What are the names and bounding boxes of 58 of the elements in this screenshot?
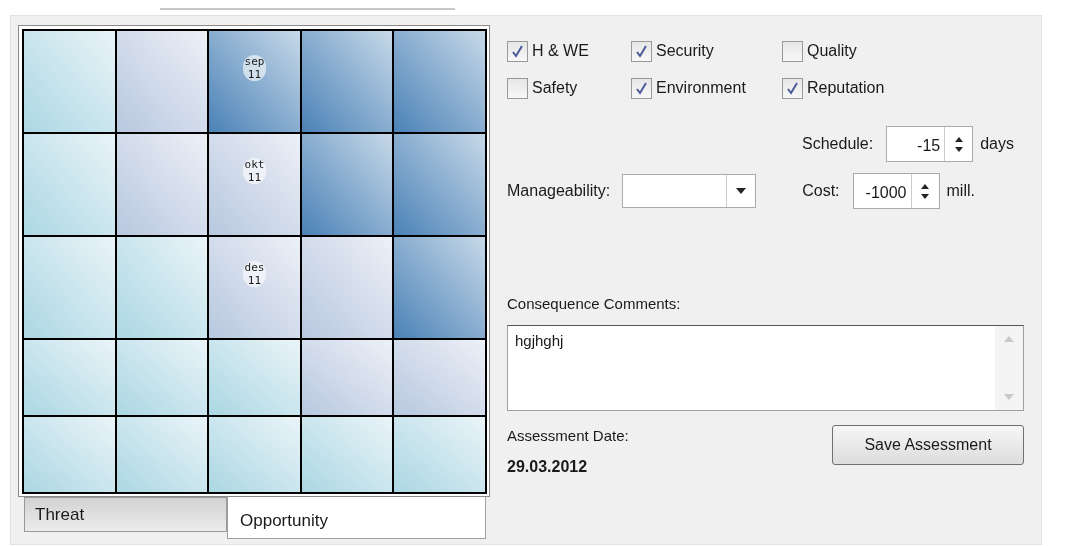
schedule-label: Schedule:: [802, 134, 874, 154]
matrix-cell[interactable]: sep 11: [208, 30, 301, 133]
date-marker[interactable]: des 11: [242, 261, 267, 287]
spin-up-icon[interactable]: [921, 183, 929, 189]
matrix-cell[interactable]: [115, 339, 209, 416]
category-checkbox[interactable]: Security: [631, 40, 782, 62]
comments-label: Consequence Comments:: [507, 294, 682, 314]
matrix-cell[interactable]: [23, 133, 116, 236]
category-checkbox[interactable]: Safety: [507, 77, 631, 99]
assessment-date-value: 29.03.2012: [507, 457, 589, 477]
matrix-cell[interactable]: [300, 416, 394, 493]
matrix-cell[interactable]: [300, 133, 394, 236]
schedule-unit: days: [980, 134, 1014, 154]
category-checkbox[interactable]: Reputation: [782, 77, 922, 99]
matrix-cell[interactable]: [300, 30, 394, 133]
matrix-cell[interactable]: [393, 133, 486, 236]
tab[interactable]: Opportunity: [227, 497, 486, 539]
category-checkbox[interactable]: H & WE: [507, 40, 631, 62]
matrix-cell[interactable]: [393, 236, 486, 339]
manageability-label: Manageability:: [507, 181, 611, 201]
matrix-cell[interactable]: [393, 339, 486, 416]
category-checkbox[interactable]: Quality: [782, 40, 922, 62]
matrix-cell[interactable]: [23, 416, 116, 493]
check-icon: [786, 81, 799, 95]
save-assessment-button[interactable]: Save Assessment: [832, 424, 1024, 465]
date-marker[interactable]: okt 11: [242, 158, 267, 184]
spin-down-icon[interactable]: [921, 193, 929, 199]
cost-unit: mill.: [946, 181, 975, 201]
matrix-cell[interactable]: [393, 30, 486, 133]
comments-field[interactable]: hgjhghj: [507, 324, 1024, 411]
spin-up-icon[interactable]: [954, 136, 963, 142]
check-icon: [635, 81, 648, 95]
date-marker[interactable]: sep 11: [242, 55, 267, 81]
matrix-cell[interactable]: [115, 236, 209, 339]
matrix-cell[interactable]: [115, 416, 209, 493]
matrix-cell[interactable]: [23, 339, 116, 416]
check-icon: [511, 44, 524, 58]
comments-text: hgjhghj: [514, 330, 564, 351]
matrix-cell[interactable]: des 11: [208, 236, 301, 339]
check-icon: [635, 44, 648, 58]
matrix-cell[interactable]: [208, 416, 301, 493]
spin-down-icon[interactable]: [954, 146, 963, 152]
matrix-cell[interactable]: okt 11: [208, 133, 301, 236]
cost-spinner[interactable]: -1000: [852, 173, 940, 209]
matrix-cell[interactable]: [393, 416, 486, 493]
tab[interactable]: Threat: [24, 497, 227, 532]
matrix-cell[interactable]: [208, 339, 301, 416]
assessment-date-label: Assessment Date:: [507, 425, 629, 446]
matrix-cell[interactable]: [115, 30, 209, 133]
matrix-cell[interactable]: [23, 236, 116, 339]
schedule-spinner[interactable]: -15: [886, 126, 974, 162]
category-checkbox[interactable]: Environment: [631, 77, 782, 99]
caret-icon: [736, 188, 747, 194]
matrix-cell[interactable]: [23, 30, 116, 133]
cost-label: Cost:: [802, 181, 840, 201]
matrix-cell[interactable]: [300, 339, 394, 416]
matrix-cell[interactable]: [115, 133, 209, 236]
matrix-cell[interactable]: [300, 236, 394, 339]
